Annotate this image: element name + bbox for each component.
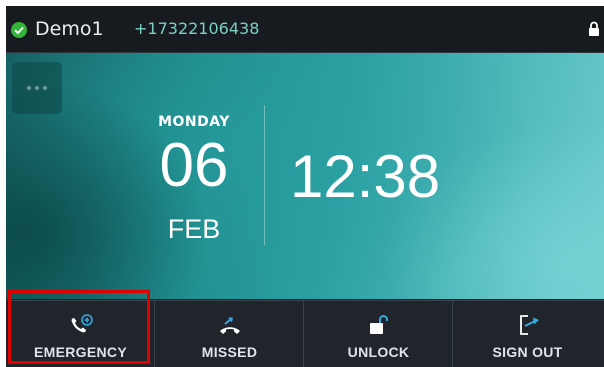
weekday: MONDAY <box>158 114 230 130</box>
sign-out-label: SIGN OUT <box>492 344 563 360</box>
emergency-highlight-box <box>8 290 150 364</box>
clock-divider <box>264 105 265 245</box>
sign-out-softkey[interactable]: SIGN OUT <box>453 301 604 367</box>
more-dots-icon <box>27 86 31 90</box>
missed-call-icon <box>217 314 243 336</box>
account-name[interactable]: Demo1 <box>35 17 104 41</box>
sign-out-icon <box>516 314 542 336</box>
missed-label: MISSED <box>201 344 258 360</box>
lock-icon <box>588 21 600 41</box>
month: FEB <box>167 214 221 244</box>
missed-softkey[interactable]: MISSED <box>155 301 304 367</box>
unlock-label: UNLOCK <box>347 344 410 360</box>
status-bar: Demo1 +17322106438 <box>6 6 604 53</box>
idle-screen-wallpaper: MONDAY 06 FEB 12:38 <box>6 53 604 299</box>
day-of-month: 06 <box>159 131 229 200</box>
more-button[interactable] <box>12 62 62 114</box>
clock-time: 12:38 <box>290 143 441 210</box>
unlock-softkey[interactable]: UNLOCK <box>304 301 453 367</box>
check-circle-icon <box>11 22 27 38</box>
phone-number: +17322106438 <box>134 19 260 38</box>
unlock-icon <box>366 314 392 336</box>
